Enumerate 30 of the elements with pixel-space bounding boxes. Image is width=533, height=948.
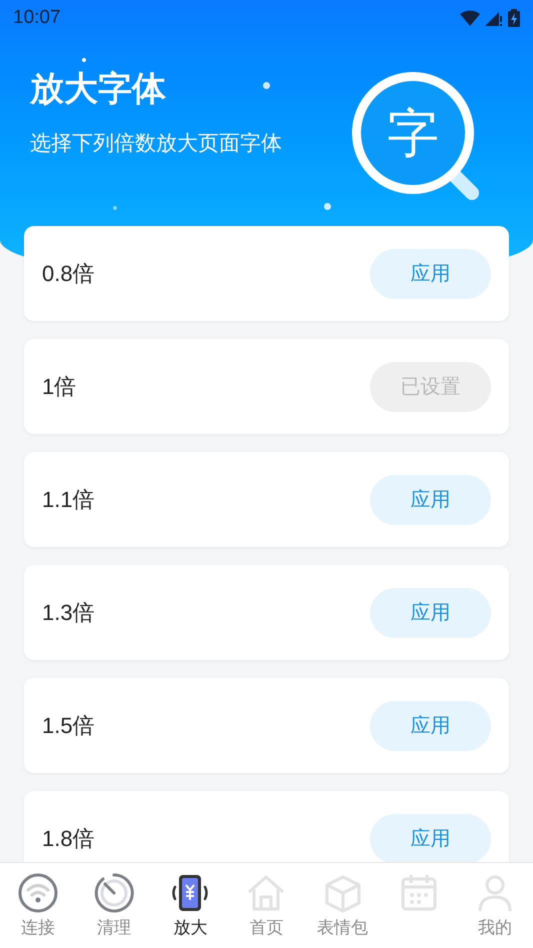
battery-icon xyxy=(508,9,520,27)
status-time: 10:07 xyxy=(13,6,61,30)
nav-tab[interactable]: 首页 xyxy=(228,863,305,948)
scale-label: 1.5倍 xyxy=(42,712,95,740)
nav-tab[interactable]: 连接 xyxy=(0,863,76,948)
scale-label: 0.8倍 xyxy=(42,260,95,288)
apply-button[interactable]: 应用 xyxy=(370,248,491,298)
apply-button[interactable]: 应用 xyxy=(370,588,491,638)
apply-button[interactable]: 应用 xyxy=(370,700,491,750)
apply-button[interactable]: 应用 xyxy=(370,474,491,524)
scale-label: 1.3倍 xyxy=(42,599,95,627)
nav-tab[interactable]: 我的 xyxy=(456,863,533,948)
phone-icon xyxy=(170,873,210,913)
page-subtitle: 选择下列倍数放大页面字体 xyxy=(30,131,282,157)
scale-label: 1倍 xyxy=(42,373,76,401)
timer-icon xyxy=(94,873,134,913)
calendar-icon xyxy=(398,873,439,913)
box-icon xyxy=(322,873,363,913)
apply-button[interactable]: 应用 xyxy=(370,814,491,862)
page-title: 放大字体 xyxy=(30,69,166,110)
home-icon xyxy=(246,873,286,913)
signal-icon xyxy=(485,10,503,26)
nav-tab[interactable]: 表情包 xyxy=(304,863,381,948)
magnifier-character: 字 xyxy=(386,106,440,162)
scale-label: 1.8倍 xyxy=(42,825,95,853)
scale-label: 1.1倍 xyxy=(42,486,95,514)
nav-tab[interactable]: 清理 xyxy=(76,863,152,948)
wifi-icon xyxy=(18,873,58,913)
wifi-icon xyxy=(460,10,480,26)
nav-tab[interactable]: 放大 xyxy=(152,863,228,948)
